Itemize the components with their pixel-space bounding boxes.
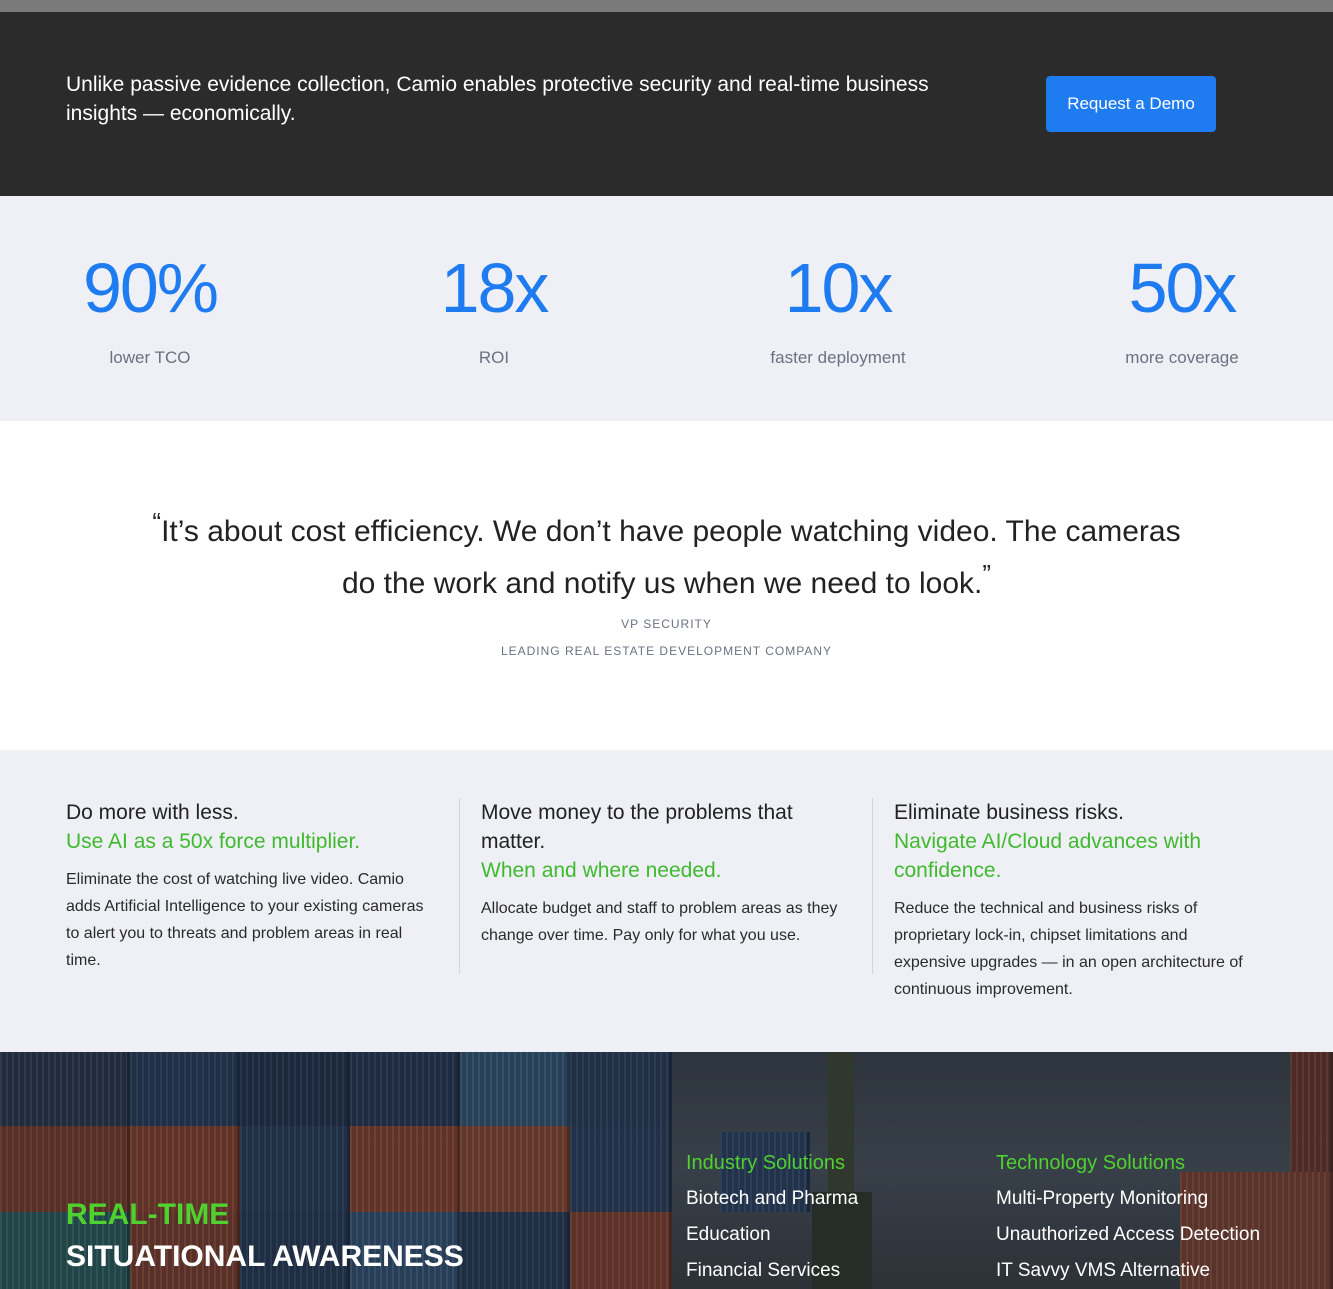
stat-label: lower TCO (109, 348, 191, 367)
stat-value: 50x (1128, 249, 1238, 327)
industry-solutions-heading: Industry Solutions (686, 1152, 845, 1174)
stat-value: 18x (440, 249, 550, 327)
hero-section: REAL-TIME SITUATIONAL AWARENESS Industry… (0, 1052, 1333, 1289)
technology-solutions-heading: Technology Solutions (996, 1152, 1186, 1174)
hero-heading: SITUATIONAL AWARENESS (66, 1240, 464, 1273)
stat-label: ROI (478, 348, 510, 367)
feature-subtitle: Navigate AI/Cloud advances with confiden… (894, 830, 1202, 882)
close-quote-mark: ” (982, 559, 992, 589)
testimonial-section: “It’s about cost efficiency. We don’t ha… (0, 421, 1333, 750)
feature-title: Move money to the problems that matter. (481, 801, 793, 853)
link-multi-property-monitoring[interactable]: Multi-Property Monitoring (996, 1186, 1260, 1212)
link-education[interactable]: Education (686, 1222, 858, 1248)
stat-coverage: 50x more coverage (1032, 246, 1332, 368)
hero-heading-accent: REAL-TIME (66, 1198, 230, 1231)
industry-solutions-menu: Industry Solutions Biotech and Pharma Ed… (686, 1150, 858, 1289)
link-biotech-pharma[interactable]: Biotech and Pharma (686, 1186, 858, 1212)
link-financial-services[interactable]: Financial Services (686, 1258, 858, 1284)
stat-label: more coverage (1125, 348, 1239, 367)
feature-body: Reduce the technical and business risks … (894, 900, 1243, 998)
banner-text: Unlike passive evidence collection, Cami… (66, 73, 929, 125)
stat-value: 10x (784, 249, 894, 327)
open-quote-mark: “ (152, 507, 162, 537)
link-it-savvy-vms-alternative[interactable]: IT Savvy VMS Alternative (996, 1258, 1260, 1284)
testimonial-role: VP SECURITY (621, 617, 712, 631)
stat-tco: 90% lower TCO (0, 246, 300, 368)
quote-text: It’s about cost efficiency. We don’t hav… (161, 515, 1181, 600)
technology-solutions-menu: Technology Solutions Multi-Property Moni… (996, 1150, 1260, 1289)
testimonial-quote: “It’s about cost efficiency. We don’t ha… (150, 501, 1183, 605)
stat-roi: 18x ROI (344, 246, 644, 368)
stats-section: 90% lower TCO 18x ROI 10x faster deploym… (0, 196, 1333, 421)
feature-subtitle: When and where needed. (481, 859, 722, 882)
testimonial-company: LEADING REAL ESTATE DEVELOPMENT COMPANY (500, 644, 833, 658)
feature-column: Move money to the problems that matter. … (459, 798, 852, 974)
top-strip (0, 0, 1333, 12)
feature-body: Allocate budget and staff to problem are… (481, 900, 838, 944)
feature-title: Eliminate business risks. (894, 801, 1124, 824)
feature-column: Do more with less. Use AI as a 50x force… (66, 798, 436, 974)
cta-banner: Unlike passive evidence collection, Cami… (0, 12, 1333, 196)
request-demo-button[interactable]: Request a Demo (1046, 76, 1216, 132)
features-section: Do more with less. Use AI as a 50x force… (0, 750, 1333, 1052)
stat-value: 90% (82, 249, 219, 327)
link-unauthorized-access-detection[interactable]: Unauthorized Access Detection (996, 1222, 1260, 1248)
stat-deployment: 10x faster deployment (688, 246, 988, 368)
feature-body: Eliminate the cost of watching live vide… (66, 871, 424, 969)
feature-title: Do more with less. (66, 801, 239, 824)
feature-subtitle: Use AI as a 50x force multiplier. (66, 830, 361, 853)
feature-column: Eliminate business risks. Navigate AI/Cl… (872, 798, 1262, 998)
stat-label: faster deployment (770, 348, 906, 367)
